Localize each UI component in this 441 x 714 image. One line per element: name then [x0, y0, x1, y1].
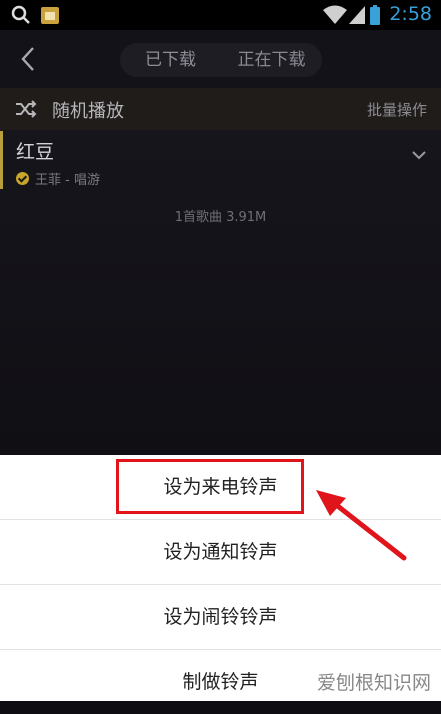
song-count-summary: 1首歌曲 3.91M [174, 210, 267, 225]
batch-operation-button[interactable]: 批量操作 [367, 99, 427, 120]
tab-downloaded[interactable]: 已下载 [120, 43, 221, 77]
now-playing-indicator [0, 131, 3, 189]
red-arrow-annotation [316, 490, 407, 561]
status-time: 2:58 [389, 3, 432, 25]
app-notification-icon [41, 7, 59, 24]
chevron-down-icon[interactable] [411, 149, 427, 161]
status-bar: 2:58 [0, 0, 441, 30]
set-as-alarm-item[interactable]: 设为闹铃铃声 [0, 585, 441, 649]
download-tabs: 已下载 正在下载 [120, 43, 322, 77]
signal-icon [349, 6, 365, 24]
shuffle-icon [16, 100, 37, 118]
song-title: 红豆 [16, 141, 55, 163]
wifi-icon [323, 5, 347, 24]
highlight-box [116, 459, 304, 514]
shuffle-play-label: 随机播放 [52, 101, 124, 122]
song-artist-album: 王菲 - 唱游 [35, 173, 100, 188]
song-subtitle: 王菲 - 唱游 [16, 169, 100, 188]
shuffle-play-row[interactable]: 随机播放 批量操作 [0, 88, 441, 130]
search-icon [11, 5, 30, 24]
tab-downloading[interactable]: 正在下载 [221, 43, 322, 77]
back-arrow-icon[interactable] [14, 44, 44, 74]
downloaded-check-icon [16, 172, 29, 185]
battery-icon [370, 5, 380, 25]
song-row[interactable]: 红豆 王菲 - 唱游 [0, 131, 441, 189]
song-list-area: 随机播放 批量操作 红豆 王菲 - 唱游 1首歌曲 3.91M [0, 88, 441, 455]
watermark: 爱刨根知识网 [316, 672, 431, 694]
top-bar: 已下载 正在下载 [0, 30, 441, 88]
